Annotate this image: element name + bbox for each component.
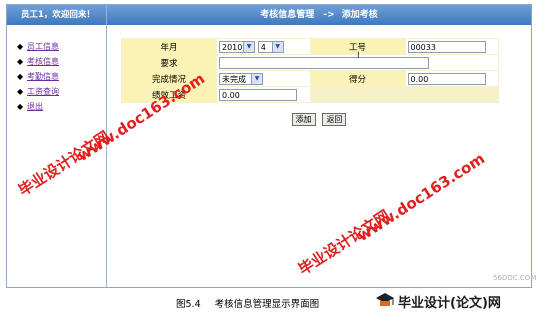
sidebar-item-attendance-info[interactable]: ◆ 考勤信息 — [17, 69, 59, 84]
add-button[interactable]: 添加 — [291, 113, 316, 126]
sidebar-item-label[interactable]: 考勤信息 — [27, 72, 59, 81]
sidebar-item-salary-query[interactable]: ◆ 工资查询 — [17, 84, 59, 99]
breadcrumb-arrow: -> — [323, 10, 335, 20]
year-select[interactable]: 2010 ▼ — [219, 40, 255, 53]
year-month-label: 年月 — [122, 39, 216, 54]
year-select-value: 2010 — [222, 42, 243, 52]
form-buttons: 添加 返回 — [107, 113, 531, 126]
completion-select-value: 未完成 — [222, 74, 246, 84]
welcome-header: 员工1，欢迎回来！ — [7, 5, 106, 25]
requirement-label: 要求 — [122, 55, 216, 70]
logo-text: 毕业设计(论文)网 — [398, 296, 501, 311]
back-button[interactable]: 返回 — [322, 113, 347, 126]
section-title: 考核信息管理 — [260, 10, 315, 20]
empty-cell — [310, 87, 498, 102]
year-month-cell: 2010 ▼ 4 ▼ — [217, 39, 310, 54]
figure-caption: 图5.4 考核信息管理显示界面图 — [176, 296, 319, 310]
sidebar-item-label[interactable]: 员工信息 — [27, 42, 59, 51]
completion-cell: 未完成 ▼ — [217, 71, 310, 86]
score-cell: 0.00 — [405, 71, 498, 86]
page-title: 考核信息管理 -> 添加考核 — [107, 5, 531, 25]
diamond-bullet-icon: ◆ — [17, 102, 24, 111]
score-input[interactable]: 0.00 — [407, 72, 486, 85]
employee-id-input[interactable]: 00033 — [407, 40, 486, 53]
completion-select[interactable]: 未完成 ▼ — [219, 72, 263, 85]
score-label: 得分 — [310, 71, 405, 86]
performance-pay-cell: 0.00 — [217, 87, 310, 102]
performance-pay-input[interactable]: 0.00 — [219, 88, 297, 101]
sidebar-item-logout[interactable]: ◆ 退出 — [17, 99, 59, 114]
chevron-down-icon: ▼ — [251, 73, 262, 84]
figure-title: 考核信息管理显示界面图 — [214, 299, 320, 310]
diamond-bullet-icon: ◆ — [17, 72, 24, 81]
sidebar-item-appraisal-info[interactable]: ◆ 考核信息 — [17, 54, 59, 69]
sidebar-item-label[interactable]: 退出 — [27, 102, 43, 111]
page-subtitle: 添加考核 — [341, 10, 378, 20]
diamond-bullet-icon: ◆ — [17, 87, 24, 96]
month-select-value: 4 — [260, 42, 266, 52]
sidebar-item-label[interactable]: 工资查询 — [27, 87, 59, 96]
diamond-bullet-icon: ◆ — [17, 57, 24, 66]
requirement-input[interactable] — [219, 56, 429, 69]
sidebar-item-employee-info[interactable]: ◆ 员工信息 — [17, 39, 59, 54]
month-select[interactable]: 4 ▼ — [257, 40, 284, 53]
chevron-down-icon: ▼ — [271, 41, 283, 52]
site-logo: 毕业设计(论文)网 — [374, 290, 534, 312]
form-row: 要求 — [122, 55, 498, 70]
mortarboard-logo-icon — [376, 293, 394, 306]
diamond-bullet-icon: ◆ — [17, 42, 24, 51]
sidebar-item-label[interactable]: 考核信息 — [27, 57, 59, 66]
figure-number: 图5.4 — [176, 299, 201, 310]
form-row: 年月 2010 ▼ 4 ▼ 工号 00033 — [122, 39, 498, 54]
site-watermark: 56DOC.COM — [493, 274, 537, 282]
text-cursor-icon: I — [357, 51, 360, 61]
chevron-down-icon: ▼ — [243, 41, 254, 52]
sidebar-nav: ◆ 员工信息 ◆ 考核信息 ◆ 考勤信息 ◆ 工资查询 ◆ 退出 — [17, 39, 59, 114]
employee-id-cell: 00033 — [405, 39, 498, 54]
